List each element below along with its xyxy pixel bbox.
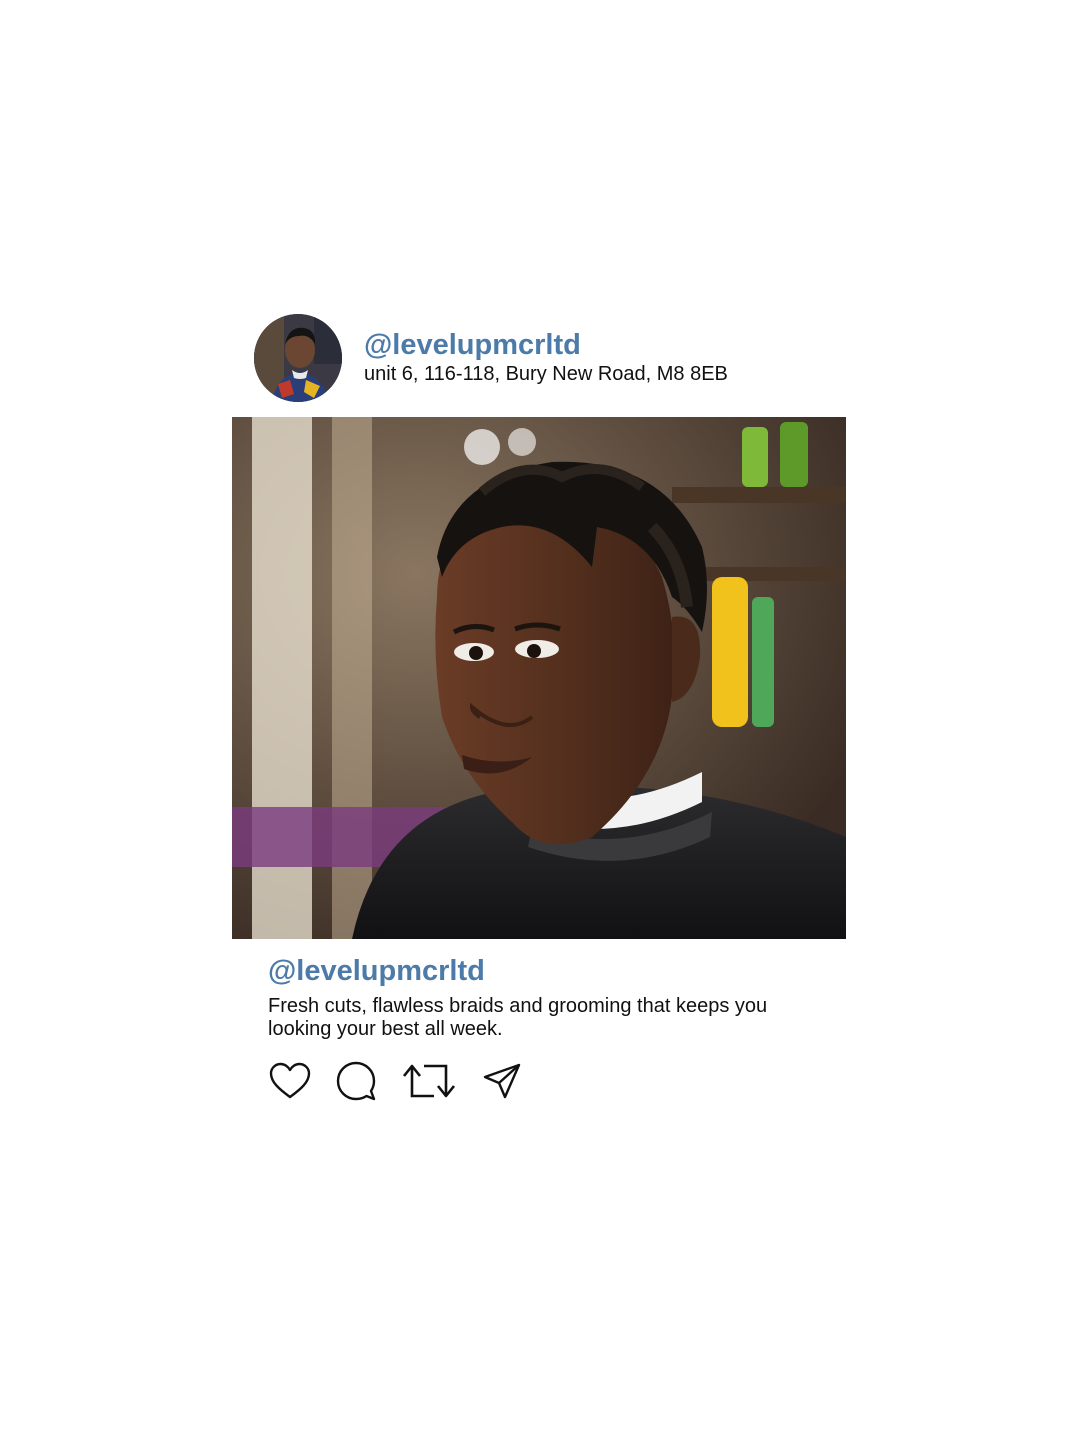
post-header: @levelupmcrltd unit 6, 116-118, Bury New… bbox=[232, 312, 848, 417]
header-username-link[interactable]: @levelupmcrltd bbox=[364, 329, 581, 362]
caption-text: Fresh cuts, flawless braids and grooming… bbox=[268, 995, 768, 1040]
post-actions bbox=[268, 1059, 546, 1103]
heart-icon bbox=[269, 1062, 311, 1099]
header-location: unit 6, 116-118, Bury New Road, M8 8EB bbox=[364, 363, 728, 385]
comment-icon bbox=[336, 1061, 376, 1101]
send-icon bbox=[483, 1063, 521, 1099]
social-post-card: @levelupmcrltd unit 6, 116-118, Bury New… bbox=[232, 312, 848, 1101]
repost-icon bbox=[402, 1064, 456, 1098]
caption-username-link[interactable]: @levelupmcrltd bbox=[268, 955, 485, 988]
comment-button[interactable] bbox=[334, 1059, 378, 1103]
share-button[interactable] bbox=[480, 1059, 524, 1103]
post-photo[interactable] bbox=[232, 417, 846, 939]
like-button[interactable] bbox=[268, 1059, 312, 1103]
avatar-photo bbox=[254, 314, 342, 402]
avatar[interactable] bbox=[254, 314, 342, 402]
portrait-image bbox=[232, 417, 846, 939]
repost-button[interactable] bbox=[400, 1059, 458, 1103]
